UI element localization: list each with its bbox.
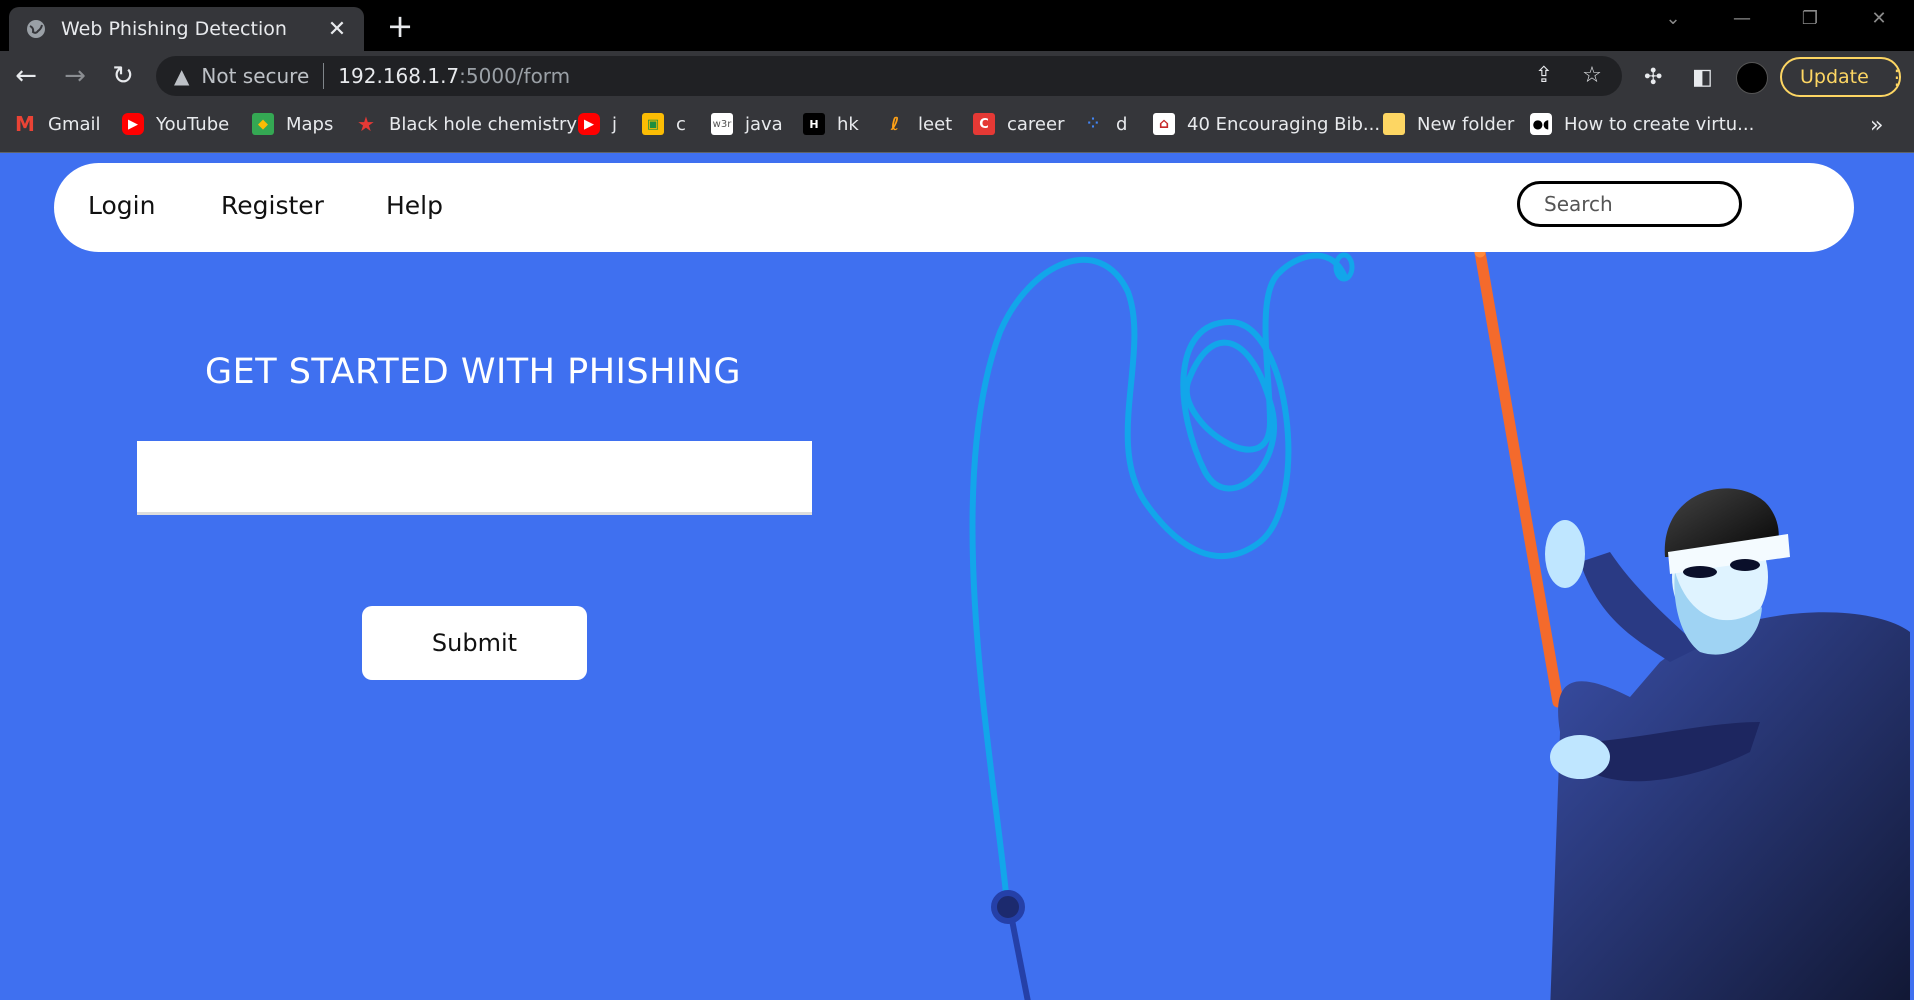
thief-glove-bottom — [1550, 735, 1610, 779]
gmail-icon: M — [15, 112, 35, 136]
bookmark-bible[interactable]: ⌂ 40 Encouraging Bib... — [1153, 113, 1380, 135]
security-label[interactable]: Not secure — [201, 64, 309, 88]
family-icon: ⌂ — [1153, 113, 1175, 135]
back-icon[interactable]: ← — [10, 61, 42, 93]
share-icon[interactable]: ⇪ — [1529, 63, 1559, 88]
bookmark-d[interactable]: ⁘ d — [1082, 113, 1127, 135]
page-heading: GET STARTED WITH PHISHING — [204, 352, 742, 392]
browser-toolbar: ← → ↻ ▲ Not secure 192.168.1.7 :5000/for… — [0, 51, 1914, 101]
folder-icon — [1383, 113, 1405, 135]
site-navbar: Login Register Help — [54, 163, 1854, 252]
bookmark-label: Maps — [286, 113, 334, 135]
bookmark-label: 40 Encouraging Bib... — [1187, 113, 1381, 135]
bookmark-label: c — [676, 113, 686, 135]
bookmark-gmail[interactable]: M Gmail — [14, 112, 101, 136]
fishing-line — [969, 252, 1348, 907]
bookmark-black-hole[interactable]: ★ Black hole chemistry — [355, 112, 578, 136]
extensions-icon[interactable]: ✣ — [1644, 65, 1662, 90]
submit-button[interactable]: Submit — [362, 606, 587, 680]
bookmark-star-icon[interactable]: ☆ — [1577, 63, 1607, 88]
w3schools-icon: w3r — [711, 113, 733, 135]
browser-tab[interactable]: Web Phishing Detection ✕ — [9, 7, 364, 51]
tab-close-icon[interactable]: ✕ — [324, 17, 350, 42]
dots-icon: ⁘ — [1087, 116, 1099, 132]
reload-icon[interactable]: ↻ — [107, 61, 139, 93]
bookmark-youtube[interactable]: ▶ YouTube — [122, 113, 229, 135]
tab-search-icon[interactable]: ⌄ — [1658, 8, 1688, 29]
bookmark-label: j — [612, 113, 618, 135]
url-path: :5000/form — [459, 64, 571, 88]
bookmark-label: YouTube — [156, 113, 230, 135]
bookmark-new-folder[interactable]: New folder — [1383, 113, 1514, 135]
bookmarks-bar: M Gmail ▶ YouTube ◆ Maps ★ Black hole ch… — [0, 101, 1914, 153]
bookmark-label: Gmail — [48, 113, 101, 135]
nav-register-link[interactable]: Register — [221, 191, 324, 220]
bookmark-label: java — [745, 113, 783, 135]
phishing-illustration — [969, 252, 1910, 1000]
medium-icon: ●◖ — [1530, 113, 1552, 135]
url-input[interactable] — [137, 441, 812, 515]
address-separator — [323, 63, 325, 89]
bookmark-label: d — [1116, 113, 1128, 135]
menu-dots-icon[interactable]: ⋮ — [1887, 65, 1907, 89]
update-label: Update — [1800, 66, 1869, 88]
thief-figure — [1545, 488, 1910, 1000]
update-button[interactable]: Update ⋮ — [1780, 57, 1907, 97]
maps-icon: ◆ — [252, 113, 274, 135]
classroom-icon: ▣ — [642, 113, 664, 135]
address-bar[interactable]: ▲ Not secure 192.168.1.7 :5000/form ⇪ ☆ — [156, 56, 1622, 96]
nav-help-link[interactable]: Help — [386, 191, 443, 220]
star-icon: ★ — [357, 112, 375, 136]
hackerrank-icon: H — [803, 113, 825, 135]
bookmark-label: leet — [918, 113, 953, 135]
close-window-icon[interactable]: ✕ — [1864, 8, 1894, 29]
restore-icon[interactable]: ❐ — [1795, 8, 1825, 29]
warning-icon: ▲ — [174, 64, 190, 88]
bookmark-label: hk — [837, 113, 859, 135]
profile-avatar[interactable] — [1736, 62, 1768, 94]
url-host: 192.168.1.7 — [338, 64, 460, 88]
minimize-icon[interactable]: — — [1727, 8, 1757, 29]
bookmark-medium[interactable]: ●◖ How to create virtu... — [1530, 113, 1754, 135]
thief-glove-top — [1545, 520, 1585, 588]
bookmark-hk[interactable]: H hk — [803, 113, 859, 135]
bookmark-label: New folder — [1417, 113, 1515, 135]
bookmark-java[interactable]: w3r java — [711, 113, 783, 135]
bookmark-label: career — [1007, 113, 1065, 135]
more-bookmarks-icon[interactable]: » — [1870, 113, 1883, 138]
browser-titlebar: Web Phishing Detection ✕ + ⌄ — ❐ ✕ — [0, 0, 1914, 51]
tab-title: Web Phishing Detection — [61, 18, 287, 40]
bookmark-c[interactable]: ▣ c — [642, 113, 686, 135]
bookmark-j[interactable]: ▶ j — [578, 113, 617, 135]
bookmark-career[interactable]: C career — [973, 113, 1064, 135]
bookmark-label: Black hole chemistry — [389, 113, 578, 135]
career-icon: C — [973, 113, 995, 135]
globe-icon — [25, 18, 47, 40]
new-tab-button[interactable]: + — [385, 8, 415, 44]
youtube-icon: ▶ — [122, 113, 144, 135]
side-panel-icon[interactable]: ◧ — [1692, 65, 1713, 90]
fishing-rod — [1474, 252, 1564, 708]
bookmark-maps[interactable]: ◆ Maps — [252, 113, 333, 135]
bookmark-label: How to create virtu... — [1564, 113, 1755, 135]
youtube-icon: ▶ — [578, 113, 600, 135]
leetcode-icon: ℓ — [890, 113, 900, 135]
bookmark-leet[interactable]: ℓ leet — [884, 113, 952, 135]
nav-login-link[interactable]: Login — [88, 191, 155, 220]
forward-icon[interactable]: → — [59, 61, 91, 93]
hook-weight — [991, 890, 1025, 924]
search-input[interactable] — [1517, 181, 1742, 227]
